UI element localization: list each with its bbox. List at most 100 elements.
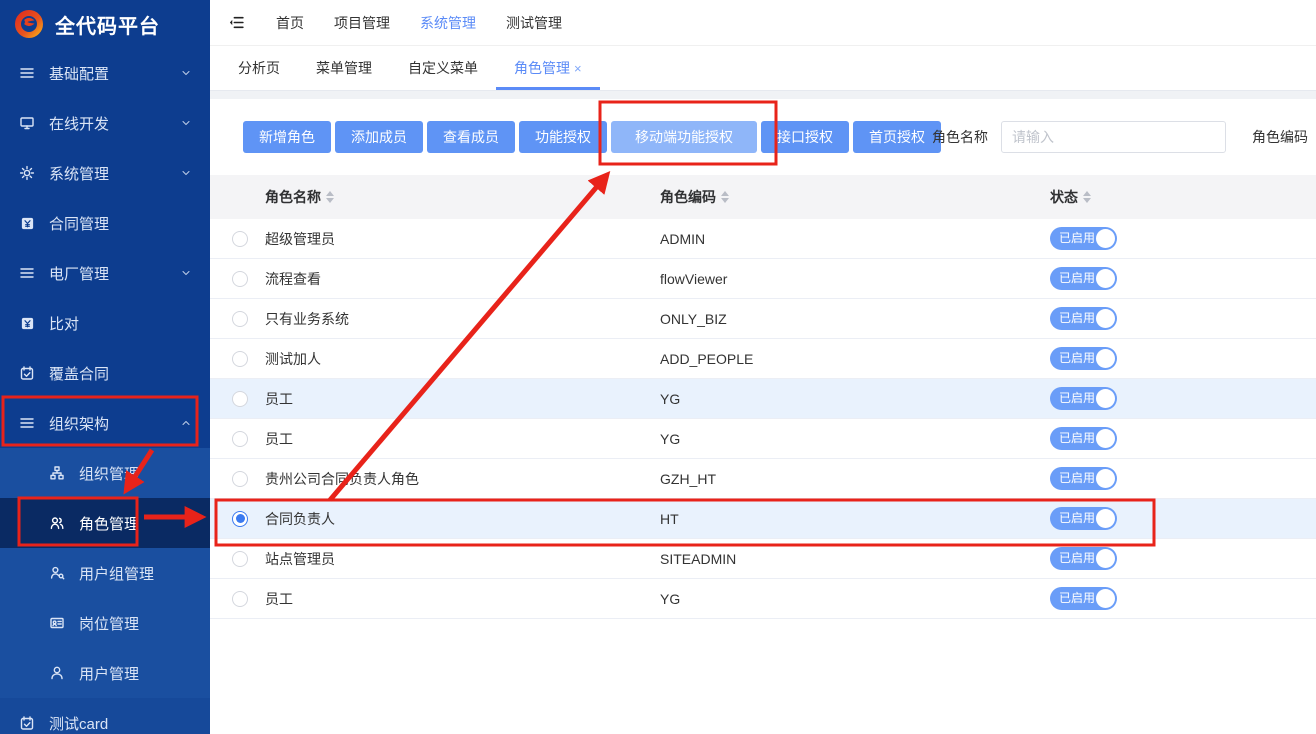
user-icon: [48, 664, 66, 682]
tab-analysis-page[interactable]: 分析页: [220, 46, 298, 90]
table-row[interactable]: 员工 YG 已启用: [210, 579, 1316, 619]
tab-custom-menu[interactable]: 自定义菜单: [390, 46, 496, 90]
row-radio[interactable]: [232, 471, 248, 487]
sidebar-submenu-org: 组织管理 角色管理 用户组管理 岗位管理 用户管理: [0, 448, 210, 698]
toggle-knob: [1096, 469, 1115, 488]
row-radio[interactable]: [232, 231, 248, 247]
toggle-knob: [1096, 429, 1115, 448]
sort-icon[interactable]: [326, 191, 334, 203]
status-toggle[interactable]: 已启用: [1050, 587, 1117, 610]
status-toggle[interactable]: 已启用: [1050, 427, 1117, 450]
toggle-label: 已启用: [1059, 431, 1095, 445]
header-cell-status[interactable]: 状态: [1050, 187, 1316, 207]
toggle-knob: [1096, 389, 1115, 408]
status-toggle[interactable]: 已启用: [1050, 507, 1117, 530]
sidebar-item-label: 角色管理: [79, 513, 194, 534]
layout-divider: [210, 91, 1316, 99]
role-name-cell: 只有业务系统: [265, 309, 660, 329]
role-code-cell: flowViewer: [660, 271, 1050, 287]
sidebar-item-test-card[interactable]: 测试card: [0, 698, 210, 734]
menu-icon: [18, 64, 36, 82]
status-toggle[interactable]: 已启用: [1050, 267, 1117, 290]
table-row[interactable]: 超级管理员 ADMIN 已启用: [210, 219, 1316, 259]
menu-icon: [18, 414, 36, 432]
row-radio[interactable]: [232, 551, 248, 567]
status-toggle[interactable]: 已启用: [1050, 227, 1117, 250]
org-chart-icon: [48, 464, 66, 482]
table-header: 角色名称 角色编码 状态: [210, 175, 1316, 219]
row-radio[interactable]: [232, 431, 248, 447]
role-code-cell: GZH_HT: [660, 471, 1050, 487]
role-name-cell: 员工: [265, 389, 660, 409]
status-toggle[interactable]: 已启用: [1050, 387, 1117, 410]
api-auth-button[interactable]: 接口授权: [761, 121, 849, 153]
mobile-function-auth-button[interactable]: 移动端功能授权: [611, 121, 757, 153]
view-members-button[interactable]: 查看成员: [427, 121, 515, 153]
sidebar-item-label: 用户管理: [79, 663, 194, 684]
contract-icon: [18, 314, 36, 332]
status-toggle[interactable]: 已启用: [1050, 347, 1117, 370]
sidebar-item-role-mgmt[interactable]: 角色管理: [0, 498, 210, 548]
sidebar-item-org-mgmt[interactable]: 组织管理: [0, 448, 210, 498]
status-toggle[interactable]: 已启用: [1050, 467, 1117, 490]
collapse-sidebar-icon[interactable]: [228, 14, 246, 32]
main-area: 首页 项目管理 系统管理 测试管理 分析页 菜单管理 自定义菜单 角色管理 × …: [210, 0, 1316, 734]
toggle-knob: [1096, 269, 1115, 288]
sidebar-item-system-mgmt[interactable]: 系统管理: [0, 148, 210, 198]
topnav-item-home[interactable]: 首页: [276, 13, 304, 33]
row-radio[interactable]: [232, 391, 248, 407]
table-row[interactable]: 站点管理员 SITEADMIN 已启用: [210, 539, 1316, 579]
sidebar-item-power-plant-mgmt[interactable]: 电厂管理: [0, 248, 210, 298]
tab-role-mgmt[interactable]: 角色管理 ×: [496, 46, 600, 90]
table-row[interactable]: 只有业务系统 ONLY_BIZ 已启用: [210, 299, 1316, 339]
topnav-item-system-mgmt[interactable]: 系统管理: [420, 13, 476, 33]
header-cell-role-name[interactable]: 角色名称: [265, 187, 660, 207]
header-cell-role-code[interactable]: 角色编码: [660, 187, 1050, 207]
tab-label: 角色管理: [514, 58, 570, 78]
sidebar-item-label: 组织管理: [79, 463, 194, 484]
status-toggle[interactable]: 已启用: [1050, 547, 1117, 570]
role-code-cell: ADD_PEOPLE: [660, 351, 1050, 367]
role-name-cell: 贵州公司合同负责人角色: [265, 469, 660, 489]
sidebar-item-org-structure[interactable]: 组织架构: [0, 398, 210, 448]
table-row[interactable]: 贵州公司合同负责人角色 GZH_HT 已启用: [210, 459, 1316, 499]
tab-menu-mgmt[interactable]: 菜单管理: [298, 46, 390, 90]
sidebar-item-cover-contract[interactable]: 覆盖合同: [0, 348, 210, 398]
homepage-auth-button[interactable]: 首页授权: [853, 121, 941, 153]
sort-icon[interactable]: [721, 191, 729, 203]
user-group-icon: [48, 564, 66, 582]
sidebar-item-basic-config[interactable]: 基础配置: [0, 48, 210, 98]
role-code-cell: SITEADMIN: [660, 551, 1050, 567]
function-auth-button[interactable]: 功能授权: [519, 121, 607, 153]
table-row[interactable]: 测试加人 ADD_PEOPLE 已启用: [210, 339, 1316, 379]
add-role-button[interactable]: 新增角色: [243, 121, 331, 153]
status-toggle[interactable]: 已启用: [1050, 307, 1117, 330]
sidebar-item-label: 合同管理: [49, 213, 194, 234]
row-radio-checked[interactable]: [232, 511, 248, 527]
row-radio[interactable]: [232, 591, 248, 607]
sidebar-item-compare[interactable]: 比对: [0, 298, 210, 348]
row-radio[interactable]: [232, 351, 248, 367]
sidebar-item-contract-mgmt[interactable]: 合同管理: [0, 198, 210, 248]
sidebar-item-post-mgmt[interactable]: 岗位管理: [0, 598, 210, 648]
sidebar-item-user-mgmt[interactable]: 用户管理: [0, 648, 210, 698]
row-radio[interactable]: [232, 311, 248, 327]
close-icon[interactable]: ×: [574, 61, 582, 76]
row-radio[interactable]: [232, 271, 248, 287]
table-row[interactable]: 员工 YG 已启用: [210, 379, 1316, 419]
table-row[interactable]: 员工 YG 已启用: [210, 419, 1316, 459]
table-row-selected[interactable]: 合同负责人 HT 已启用: [210, 499, 1316, 539]
sidebar-item-user-group-mgmt[interactable]: 用户组管理: [0, 548, 210, 598]
toggle-label: 已启用: [1059, 351, 1095, 365]
topnav-item-test-mgmt[interactable]: 测试管理: [506, 13, 562, 33]
topnav-item-project-mgmt[interactable]: 项目管理: [334, 13, 390, 33]
sidebar-item-online-dev[interactable]: 在线开发: [0, 98, 210, 148]
table-row[interactable]: 流程查看 flowViewer 已启用: [210, 259, 1316, 299]
calendar-check-icon: [18, 714, 36, 732]
toggle-knob: [1096, 229, 1115, 248]
sort-icon[interactable]: [1083, 191, 1091, 203]
sidebar-item-label: 测试card: [49, 713, 194, 734]
add-member-button[interactable]: 添加成员: [335, 121, 423, 153]
role-name-input[interactable]: [1001, 121, 1226, 153]
role-name-cell: 超级管理员: [265, 229, 660, 249]
